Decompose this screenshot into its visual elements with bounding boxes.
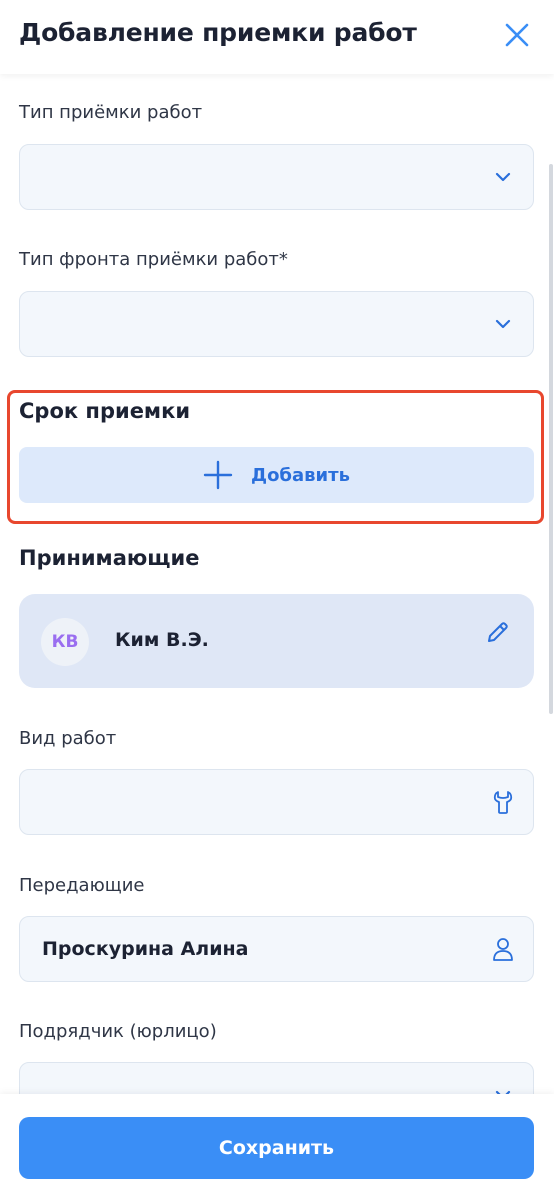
receivers-title: Принимающие [19,546,200,570]
chevron-down-icon [491,312,515,336]
wrench-icon [491,790,515,814]
page-title: Добавление приемки работ [19,18,417,47]
add-deadline-label: Добавить [251,464,350,486]
work-type-label: Вид работ [19,728,117,749]
chevron-down-icon [491,1083,515,1094]
front-type-select[interactable] [19,291,534,357]
receiver-card: КВ Ким В.Э. [19,594,534,688]
add-deadline-button[interactable]: Добавить [19,447,534,503]
plus-icon [203,460,233,490]
save-button-label: Сохранить [218,1137,335,1159]
pencil-icon [488,622,508,642]
edit-receiver-button[interactable] [484,618,512,646]
close-icon [505,23,529,47]
user-icon [491,937,515,961]
transferors-value: Проскурина Алина [42,938,249,960]
contractor-select[interactable] [19,1062,534,1094]
close-button[interactable] [500,18,534,52]
form-content[interactable]: Тип приёмки работ Тип фронта приёмки раб… [0,74,554,1094]
transferors-input[interactable]: Проскурина Алина [19,916,534,982]
front-type-label: Тип фронта приёмки работ* [19,249,288,270]
deadline-title: Срок приемки [19,399,191,423]
header: Добавление приемки работ [0,0,554,74]
save-button[interactable]: Сохранить [19,1117,534,1179]
footer: Сохранить [0,1094,554,1194]
acceptance-type-label: Тип приёмки работ [19,102,203,123]
scrollbar[interactable] [549,164,553,714]
transferors-label: Передающие [19,875,145,896]
avatar: КВ [41,618,89,666]
chevron-down-icon [491,165,515,189]
work-type-input[interactable] [19,769,534,835]
contractor-label: Подрядчик (юрлицо) [19,1021,217,1042]
acceptance-type-select[interactable] [19,144,534,210]
receiver-name: Ким В.Э. [115,629,209,651]
